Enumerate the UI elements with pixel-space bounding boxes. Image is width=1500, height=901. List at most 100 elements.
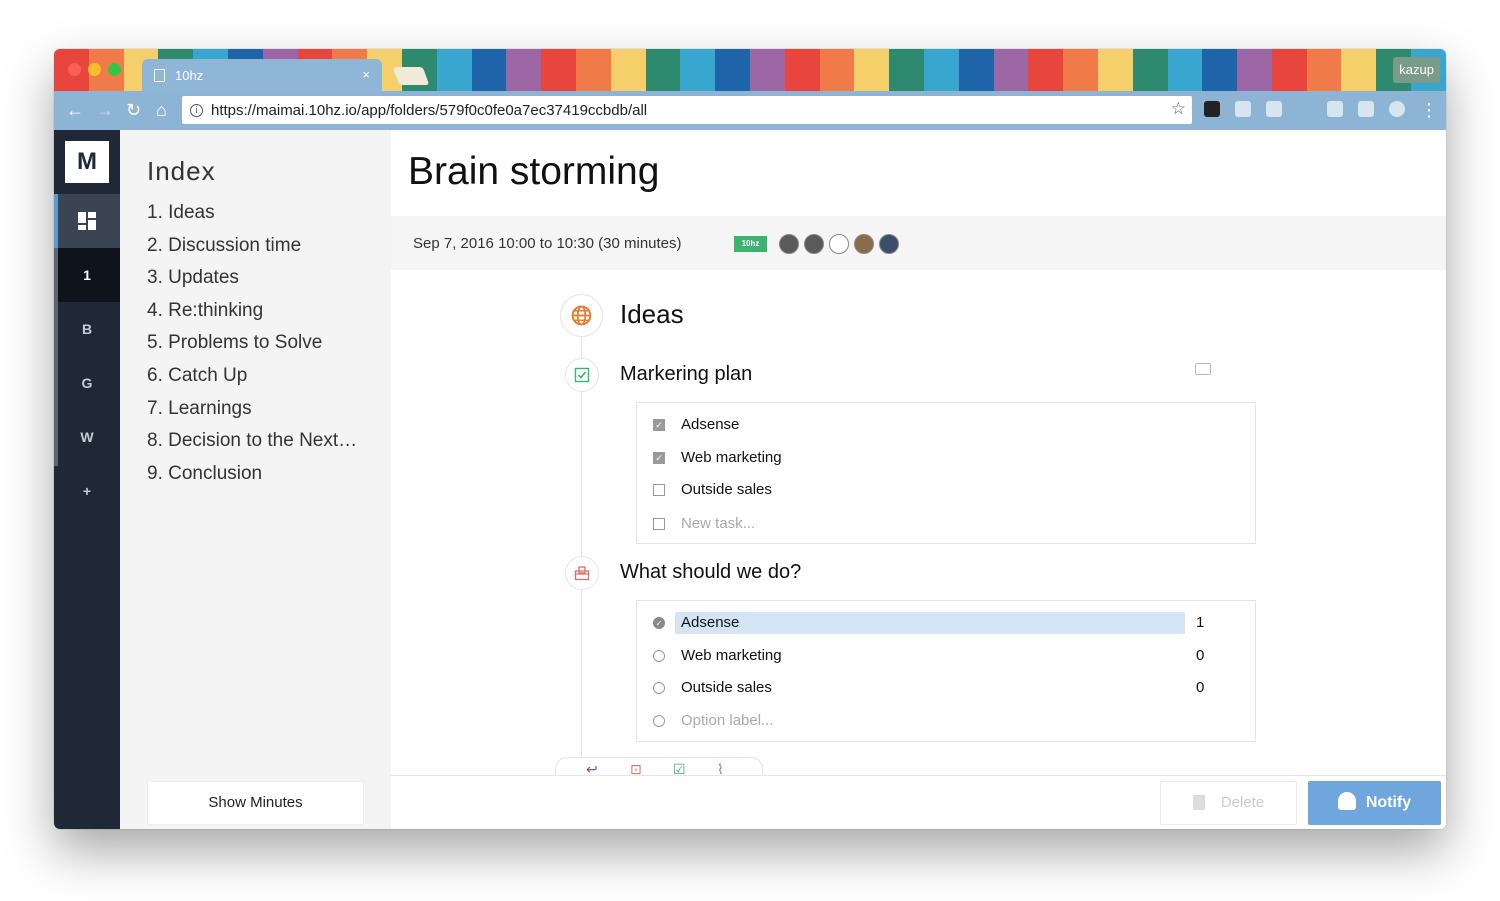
rail-item-g[interactable]: G <box>54 356 120 410</box>
ballot-glyph <box>574 566 590 581</box>
extension-icon[interactable] <box>1266 101 1282 117</box>
poll-radio[interactable] <box>653 682 665 694</box>
task-checkbox-checked[interactable]: ✓ <box>653 452 665 464</box>
show-minutes-button[interactable]: Show Minutes <box>147 781 364 825</box>
drive-icon[interactable] <box>1235 101 1251 117</box>
tab-strip-stripe <box>1063 49 1098 91</box>
tab-strip-stripe <box>1237 49 1272 91</box>
index-item[interactable]: 7. Learnings <box>147 398 372 431</box>
extension-icon[interactable] <box>1358 101 1374 117</box>
task-label[interactable]: Outside sales <box>681 481 772 498</box>
task-item[interactable]: ✓ Adsense <box>637 413 1255 437</box>
add-block-toolbar: ↩ ⊡ ☑ ⌇ <box>555 757 763 777</box>
meeting-time: Sep 7, 2016 10:00 to 10:30 (30 minutes) <box>413 235 682 252</box>
tab-close-icon[interactable]: × <box>362 67 370 82</box>
notify-label: Notify <box>1365 794 1412 811</box>
avatar[interactable] <box>779 234 799 254</box>
maximize-window-button[interactable] <box>108 63 121 76</box>
rail-item-b[interactable]: B <box>54 302 120 356</box>
new-task-row[interactable]: New task... <box>637 512 1255 536</box>
task-check-icon <box>565 358 599 392</box>
profile-button[interactable]: kazup <box>1393 57 1440 83</box>
index-title: Index <box>147 156 216 186</box>
task-list: ✓ Adsense ✓ Web marketing Outside sales … <box>636 402 1256 544</box>
poll-option[interactable]: Web marketing 0 <box>637 644 1255 668</box>
poll-option[interactable]: Outside sales 0 <box>637 676 1255 700</box>
notify-button[interactable]: Notify <box>1308 781 1441 825</box>
index-item[interactable]: 1. Ideas <box>147 202 372 235</box>
browser-window: 10hz × kazup ← → ↻ ⌂ i https://maimai.10… <box>54 49 1446 829</box>
tab-strip-stripe <box>506 49 542 91</box>
home-icon[interactable]: ⌂ <box>156 100 167 120</box>
url-text: https://maimai.10hz.io/app/folders/579f0… <box>211 101 648 119</box>
poll-option-label[interactable]: Outside sales <box>681 679 772 696</box>
meeting-title: Brain storming <box>408 150 660 193</box>
task-item[interactable]: ✓ Web marketing <box>637 446 1255 470</box>
bell-icon <box>1337 792 1356 810</box>
delete-label: Delete <box>1220 794 1265 811</box>
dashboard-icon[interactable] <box>54 194 120 248</box>
tab-strip-stripe <box>1306 49 1342 91</box>
skype-icon[interactable] <box>1327 101 1343 117</box>
reload-icon[interactable]: ↻ <box>126 100 141 120</box>
extension-icon[interactable] <box>1389 101 1405 117</box>
delete-button[interactable]: Delete <box>1160 781 1297 825</box>
site-info-icon[interactable]: i <box>190 103 203 117</box>
avatar[interactable] <box>829 234 849 254</box>
index-item[interactable]: 4. Re:thinking <box>147 300 372 333</box>
comment-icon[interactable] <box>1195 363 1211 375</box>
avatar[interactable] <box>879 234 899 254</box>
index-item[interactable]: 2. Discussion time <box>147 235 372 268</box>
team-badge[interactable]: 10hz <box>734 236 767 252</box>
task-list-title[interactable]: Markering plan <box>620 363 752 386</box>
tab-strip-stripe <box>680 49 716 91</box>
poll-title[interactable]: What should we do? <box>620 561 801 584</box>
add-item-button[interactable]: + <box>54 464 120 518</box>
new-task-input[interactable]: New task... <box>681 515 755 532</box>
section-title: Ideas <box>620 299 684 329</box>
task-item[interactable]: Outside sales <box>637 478 1255 502</box>
task-checkbox <box>653 518 665 530</box>
avatar[interactable] <box>804 234 824 254</box>
new-option-row[interactable]: Option label... <box>637 709 1255 733</box>
task-checkbox-checked[interactable]: ✓ <box>653 419 665 431</box>
back-icon[interactable]: ← <box>66 100 84 120</box>
meeting-main: Brain storming Sep 7, 2016 10:00 to 10:3… <box>391 130 1446 829</box>
new-option-input[interactable]: Option label... <box>681 712 774 729</box>
task-label[interactable]: Web marketing <box>681 449 782 466</box>
task-label[interactable]: Adsense <box>681 416 739 433</box>
browser-menu-icon[interactable]: ⋮ <box>1420 100 1438 120</box>
browser-tab[interactable]: 10hz × <box>142 59 382 91</box>
app-rail: M 1 B G W + <box>54 130 120 829</box>
vote-count: 0 <box>1196 679 1205 696</box>
poll-option-label[interactable]: Adsense <box>681 614 739 631</box>
bookmark-star-icon[interactable]: ☆ <box>1171 99 1186 119</box>
index-item[interactable]: 8. Decision to the Next… <box>147 430 372 463</box>
poll-radio[interactable] <box>653 650 665 662</box>
index-item[interactable]: 5. Problems to Solve <box>147 332 372 365</box>
app-logo[interactable]: M <box>65 141 109 183</box>
new-tab-button[interactable] <box>392 67 430 85</box>
poll-options: ✓ Adsense 1 Web marketing 0 Outside sale… <box>636 600 1256 742</box>
forward-icon[interactable]: → <box>96 100 114 120</box>
task-check-glyph <box>574 367 590 383</box>
index-item[interactable]: 9. Conclusion <box>147 463 372 496</box>
tab-strip-stripe <box>1028 49 1064 91</box>
poll-option[interactable]: ✓ Adsense 1 <box>637 611 1255 635</box>
index-item[interactable]: 3. Updates <box>147 267 372 300</box>
address-bar[interactable]: i https://maimai.10hz.io/app/folders/579… <box>182 96 1192 124</box>
poll-radio-selected[interactable]: ✓ <box>653 617 665 629</box>
selected-highlight <box>675 612 1185 634</box>
task-checkbox[interactable] <box>653 484 665 496</box>
tab-strip-stripe <box>610 49 646 91</box>
rail-item-w[interactable]: W <box>54 410 120 464</box>
index-item[interactable]: 6. Catch Up <box>147 365 372 398</box>
tab-strip-stripe <box>471 49 507 91</box>
rail-item-1[interactable]: 1 <box>54 248 120 302</box>
poll-option-label[interactable]: Web marketing <box>681 647 782 664</box>
minimize-window-button[interactable] <box>88 63 101 76</box>
extension-icon[interactable] <box>1204 101 1220 117</box>
tab-strip-stripe <box>749 49 785 91</box>
avatar[interactable] <box>854 234 874 254</box>
close-window-button[interactable] <box>68 63 81 76</box>
